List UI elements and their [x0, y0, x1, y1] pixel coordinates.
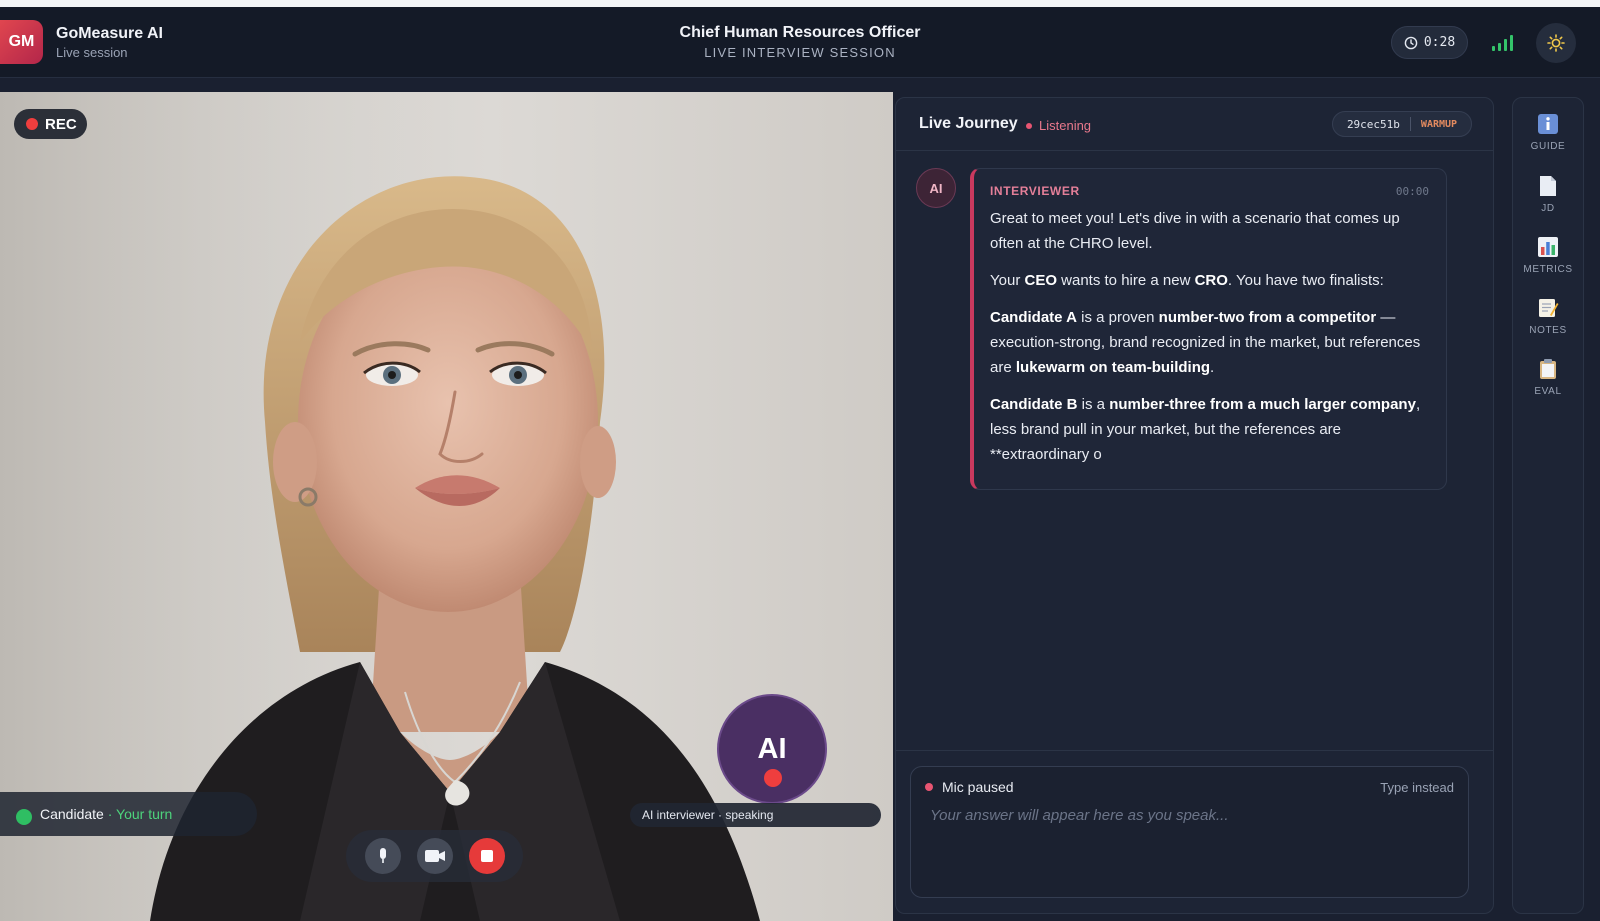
rail-label: JD [1541, 203, 1555, 214]
listening-dot [1026, 122, 1032, 129]
ai-interviewer-label: AI interviewer · speaking [630, 803, 881, 827]
rail-label: GUIDE [1530, 141, 1566, 152]
message-role: INTERVIEWER [990, 184, 1080, 198]
call-controls [346, 830, 523, 882]
listening-label: Listening [1039, 118, 1092, 133]
recording-label: REC [45, 115, 77, 133]
message-emphasis: CRO [1194, 272, 1228, 289]
clipboard-icon [1540, 359, 1556, 379]
journey-title: Live Journey [919, 115, 1018, 132]
rail-item-jd[interactable]: JD [1513, 175, 1583, 214]
mic-toggle-button[interactable] [364, 838, 401, 874]
memo-icon [1539, 299, 1559, 317]
candidate-turn-status: · Your turn [103, 806, 173, 822]
pill-divider [1409, 117, 1411, 131]
message-paragraph: Candidate B is a number-three from a muc… [990, 392, 1430, 467]
header-bar: GM GoMeasure AI Live session Chief Human… [0, 7, 1600, 78]
message-paragraph: Candidate A is a proven number-two from … [990, 305, 1430, 380]
message-text: . You have two finalists: [1227, 272, 1384, 289]
candidate-name: Candidate [40, 806, 104, 822]
clock-icon [1404, 36, 1418, 49]
timer-value: 0:28 [1423, 35, 1456, 50]
session-id: 29cec51b [1346, 117, 1400, 131]
candidate-video-feed: REC Candidate · Your turn AI AI intervie… [0, 92, 893, 921]
session-stage-pill: 29cec51b WARMUP [1332, 111, 1472, 137]
sun-icon [1547, 34, 1565, 52]
message-text: . [1210, 359, 1215, 376]
video-camera-icon [424, 850, 445, 862]
rail-label: METRICS [1523, 264, 1573, 275]
rail-item-notes[interactable]: NOTES [1513, 297, 1583, 336]
session-timer: 0:28 [1391, 26, 1468, 59]
stop-icon [480, 850, 493, 862]
candidate-badge: Candidate · Your turn [0, 792, 257, 836]
mic-status: Mic paused [925, 779, 1014, 795]
session-stage: WARMUP [1420, 118, 1458, 130]
top-strip [0, 0, 1600, 7]
session-title-block: Chief Human Resources Officer LIVE INTER… [0, 24, 1600, 60]
mic-status-dot [925, 783, 933, 791]
type-instead-link[interactable]: Type instead [1380, 780, 1454, 795]
rail-item-eval[interactable]: EVAL [1513, 358, 1583, 397]
mic-status-label: Mic paused [942, 779, 1014, 795]
message-paragraph: Your CEO wants to hire a new CRO. You ha… [990, 268, 1430, 293]
document-icon [1540, 176, 1556, 196]
rail-label: EVAL [1534, 386, 1562, 397]
side-rail: GUIDE JD METRICS NOTES EVAL [1512, 97, 1584, 914]
recording-dot [26, 118, 38, 130]
ai-speaking-dot [764, 769, 782, 787]
message-text: is a [1077, 396, 1110, 413]
message-text: wants to hire a new [1057, 272, 1195, 289]
bar-chart-icon [1538, 237, 1558, 257]
camera-toggle-button[interactable] [416, 838, 453, 874]
interviewer-avatar: AI [916, 168, 956, 208]
info-icon [1538, 114, 1558, 134]
message-emphasis: number-two from a competitor [1158, 309, 1377, 326]
brand: GoMeasure AI Live session [56, 25, 163, 60]
candidate-status-dot [16, 809, 32, 825]
microphone-icon [379, 848, 386, 863]
app-logo[interactable]: GM [0, 20, 43, 64]
answer-placeholder: Your answer will appear here as you spea… [930, 807, 1229, 824]
message-body: Great to meet you! Let's dive in with a … [990, 206, 1430, 467]
message-emphasis: Candidate B [990, 396, 1078, 413]
signal-strength-icon [1492, 35, 1513, 51]
answer-section: Mic paused Type instead Your answer will… [896, 750, 1493, 898]
listening-status: Listening [1026, 118, 1091, 133]
ai-avatar-initials: AI [757, 732, 787, 765]
message-text: Your [990, 272, 1025, 289]
end-session-button[interactable] [468, 838, 505, 874]
ai-interviewer-avatar: AI [717, 694, 827, 804]
message-text: is a proven [1076, 309, 1159, 326]
message-emphasis: lukewarm on team-building [1015, 359, 1211, 376]
message-emphasis: CEO [1024, 272, 1057, 289]
live-journey-panel: Live Journey Listening 29cec51b WARMUP A… [895, 97, 1494, 914]
rail-item-metrics[interactable]: METRICS [1513, 236, 1583, 275]
message-paragraph: Great to meet you! Let's dive in with a … [990, 210, 1400, 252]
theme-toggle-button[interactable] [1536, 23, 1576, 63]
message-time: 00:00 [1395, 185, 1429, 198]
app-subtitle: Live session [56, 45, 128, 60]
session-subtitle: LIVE INTERVIEW SESSION [704, 45, 896, 60]
journey-header: Live Journey Listening 29cec51b WARMUP [896, 98, 1493, 151]
message-emphasis: Candidate A [990, 309, 1077, 326]
interviewer-message: INTERVIEWER 00:00 Great to meet you! Let… [970, 168, 1447, 490]
recording-badge: REC [14, 109, 87, 139]
session-title: Chief Human Resources Officer [679, 24, 921, 41]
rail-item-guide[interactable]: GUIDE [1513, 113, 1583, 152]
rail-label: NOTES [1529, 325, 1567, 336]
message-emphasis: number-three from a much larger company [1109, 396, 1416, 413]
app-name: GoMeasure AI [56, 25, 163, 42]
answer-input-box[interactable]: Mic paused Type instead Your answer will… [910, 766, 1469, 898]
